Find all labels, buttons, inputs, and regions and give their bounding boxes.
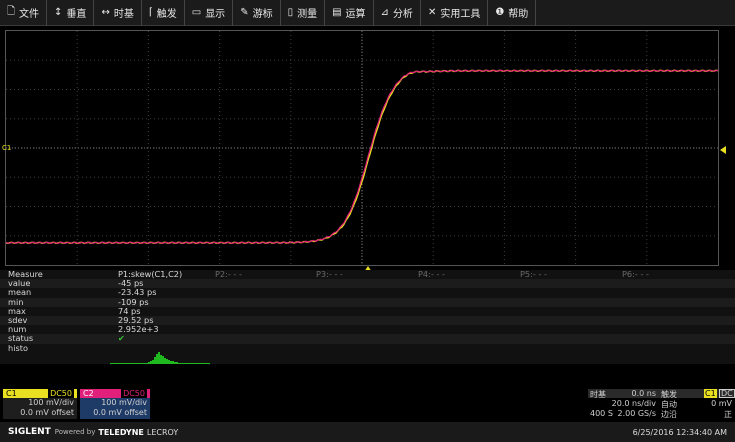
ch1-name: C1 — [6, 389, 17, 398]
menu-item-label: 显示 — [205, 9, 226, 20]
histogram-bar — [172, 360, 174, 363]
ch1-ground-marker[interactable]: C1 — [2, 144, 11, 152]
display-icon: ▭ — [191, 7, 202, 18]
vertical-icon: ↕ — [54, 7, 63, 18]
measure-row-value: 2.952e+3 — [118, 324, 159, 335]
ch2-scale: 100 mV/div — [101, 398, 147, 407]
histogram-bar — [162, 355, 164, 363]
menu-item-analysis[interactable]: ⊿ 分析 — [374, 0, 421, 26]
trigger-source: C1 — [704, 389, 717, 398]
histogram-bar — [176, 361, 178, 363]
histogram-chart — [110, 351, 210, 364]
timebase-delay: 0.0 ns — [631, 389, 656, 398]
measure-row: max 74 ps — [0, 306, 735, 316]
partner-logo: TELEDYNE — [98, 427, 144, 437]
histogram-bar — [164, 357, 166, 363]
histogram-bar — [160, 354, 162, 363]
measure-p5-header[interactable]: P5:- - - — [520, 269, 547, 279]
menu-item-label: 触发 — [156, 9, 177, 20]
histogram-bar — [168, 359, 170, 363]
histogram-bar — [154, 356, 156, 363]
measure-icon: ▯ — [287, 7, 294, 18]
trigger-type: 边沿 — [661, 410, 677, 419]
measure-p6-header[interactable]: P6:- - - — [622, 269, 649, 279]
measure-p2-header[interactable]: P2:- - - — [215, 269, 242, 279]
cursor-icon: ✎ — [240, 7, 249, 18]
measure-table: Measure P1:skew(C1,C2) P2:- - - P3:- - -… — [0, 269, 735, 386]
waveform-grid[interactable] — [5, 30, 719, 266]
menu-item-label: 文件 — [19, 9, 40, 20]
file-icon: 🗋 — [7, 6, 16, 17]
waveform-display — [6, 31, 718, 265]
menu-item-label: 时基 — [113, 9, 134, 20]
histogram-bar — [152, 359, 154, 363]
measure-p4-header[interactable]: P4:- - - — [418, 269, 445, 279]
histogram-bar — [166, 358, 168, 363]
measure-p3-header[interactable]: P3:- - - — [316, 269, 343, 279]
powered-by-text: Powered by — [54, 428, 96, 436]
histogram-bar — [156, 353, 158, 363]
status-ok-icon: ✔ — [118, 333, 125, 344]
measure-row: histo — [0, 342, 735, 364]
measure-row-label: histo — [8, 342, 28, 353]
menu-item-math[interactable]: ▤ 运算 — [325, 0, 374, 26]
footer-bar: SIGLENT Powered by TELEDYNE LECROY 6/25/… — [0, 422, 735, 442]
brand-logo: SIGLENT — [8, 427, 51, 437]
menu-item-label: 垂直 — [66, 9, 87, 20]
partner-logo-2: LECROY — [146, 427, 179, 437]
menu-item-cursor[interactable]: ✎ 游标 — [233, 0, 281, 26]
timebase-points: 400 S — [590, 409, 613, 418]
trigger-level: 0 mV — [711, 399, 732, 408]
measure-row: num 2.952e+3 — [0, 324, 735, 335]
math-icon: ▤ — [332, 7, 342, 18]
help-icon: ❶ — [495, 7, 505, 18]
measure-row: status ✔ — [0, 333, 735, 344]
menu-item-horizontal[interactable]: ↔ 时基 — [94, 0, 142, 26]
ch2-descriptor[interactable]: C2 DC50 100 mV/div 0.0 mV offset — [80, 389, 150, 419]
menu-item-label: 实用工具 — [440, 9, 481, 20]
menu-item-vertical[interactable]: ↕ 垂直 — [47, 0, 95, 26]
menu-bar: 🗋 文件 ↕ 垂直 ↔ 时基 ⌈ 触发 ▭ 显示 ✎ 游标 ▯ 测量 ▤ 运算 ⊿ 分析 ✕ 实用工具 ❶ 帮助 — [0, 0, 735, 26]
ch1-offset: 0.0 mV offset — [20, 408, 74, 417]
trigger-level-marker[interactable] — [720, 146, 726, 154]
histogram-bar — [150, 360, 152, 363]
timebase-trigger-panel[interactable]: 时基 0.0 ns 触发 C1 DC 20.0 ns/div 自动 0 mV 4… — [588, 389, 735, 419]
histogram-bar — [174, 361, 176, 363]
menu-item-measure[interactable]: ▯ 测量 — [281, 0, 326, 26]
analysis-icon: ⊿ — [380, 7, 389, 18]
histogram-bars — [148, 351, 178, 363]
horizontal-icon: ↔ — [101, 7, 110, 18]
ch1-scale: 100 mV/div — [28, 398, 74, 407]
menu-item-trigger[interactable]: ⌈ 触发 — [142, 0, 185, 26]
menu-item-label: 运算 — [345, 9, 366, 20]
menu-item-file[interactable]: 🗋 文件 — [0, 0, 48, 26]
timebase-scale: 20.0 ns/div — [611, 399, 656, 408]
ch2-offset: 0.0 mV offset — [93, 408, 147, 417]
measure-header-row: Measure P1:skew(C1,C2) P2:- - - P3:- - -… — [0, 269, 735, 280]
trigger-coupling: DC — [719, 389, 735, 398]
menu-item-help[interactable]: ❶ 帮助 — [488, 0, 537, 26]
ch1-coupling: DC50 — [48, 389, 74, 398]
timebase-rate: 2.00 GS/s — [617, 409, 657, 418]
datetime: 6/25/2016 12:34:40 AM — [632, 427, 727, 437]
measure-row: value -45 ps — [0, 278, 735, 289]
menu-item-display[interactable]: ▭ 显示 — [185, 0, 234, 26]
menu-item-label: 游标 — [252, 9, 273, 20]
trigger-icon: ⌈ — [148, 7, 153, 18]
ch2-coupling: DC50 — [121, 389, 147, 398]
measure-row: min -109 ps — [0, 297, 735, 307]
menu-item-label: 分析 — [392, 9, 413, 20]
histogram-bar — [170, 360, 172, 363]
menu-item-label: 测量 — [297, 9, 318, 20]
trigger-slope: 正 — [724, 410, 732, 419]
ch1-descriptor[interactable]: C1 DC50 100 mV/div 0.0 mV offset — [3, 389, 77, 419]
measure-row: sdev 29.52 ps — [0, 315, 735, 326]
measure-row: mean -23.43 ps — [0, 288, 735, 298]
histogram-bar — [148, 361, 150, 363]
ch2-name: C2 — [83, 389, 94, 398]
tools-icon: ✕ — [427, 7, 437, 18]
histogram-bar — [158, 351, 160, 363]
menu-item-label: 帮助 — [508, 9, 529, 20]
menu-item-tools[interactable]: ✕ 实用工具 — [421, 0, 489, 26]
